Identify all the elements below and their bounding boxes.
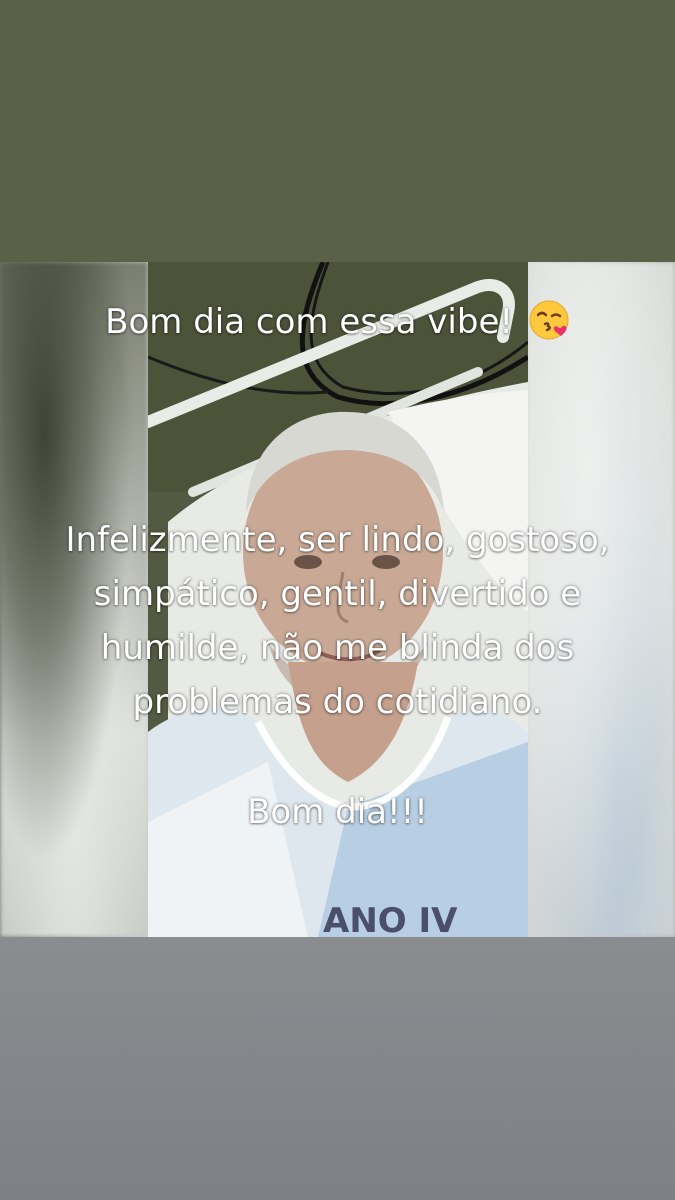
caption-title: Bom dia com essa vibe!: [0, 298, 675, 346]
caption-sign-off: Bom dia!!!: [247, 792, 428, 832]
top-background-band: [0, 0, 675, 262]
caption-body-line: humilde, não me blinda dos: [100, 628, 575, 668]
caption-body-line: Infelizmente, ser lindo, gostoso,: [65, 520, 610, 560]
caption-body-line: simpático, gentil, divertido e: [93, 574, 582, 614]
caption-title-text: Bom dia com essa vibe!: [105, 302, 514, 342]
caption-body-line: problemas do cotidiano.: [132, 682, 543, 722]
bottom-background-band: [0, 937, 675, 1200]
caption-body: Infelizmente, ser lindo, gostoso, simpát…: [0, 513, 675, 729]
shirt-print: ANO IV: [323, 901, 458, 937]
kissing-face-with-heart-icon: [529, 300, 569, 340]
